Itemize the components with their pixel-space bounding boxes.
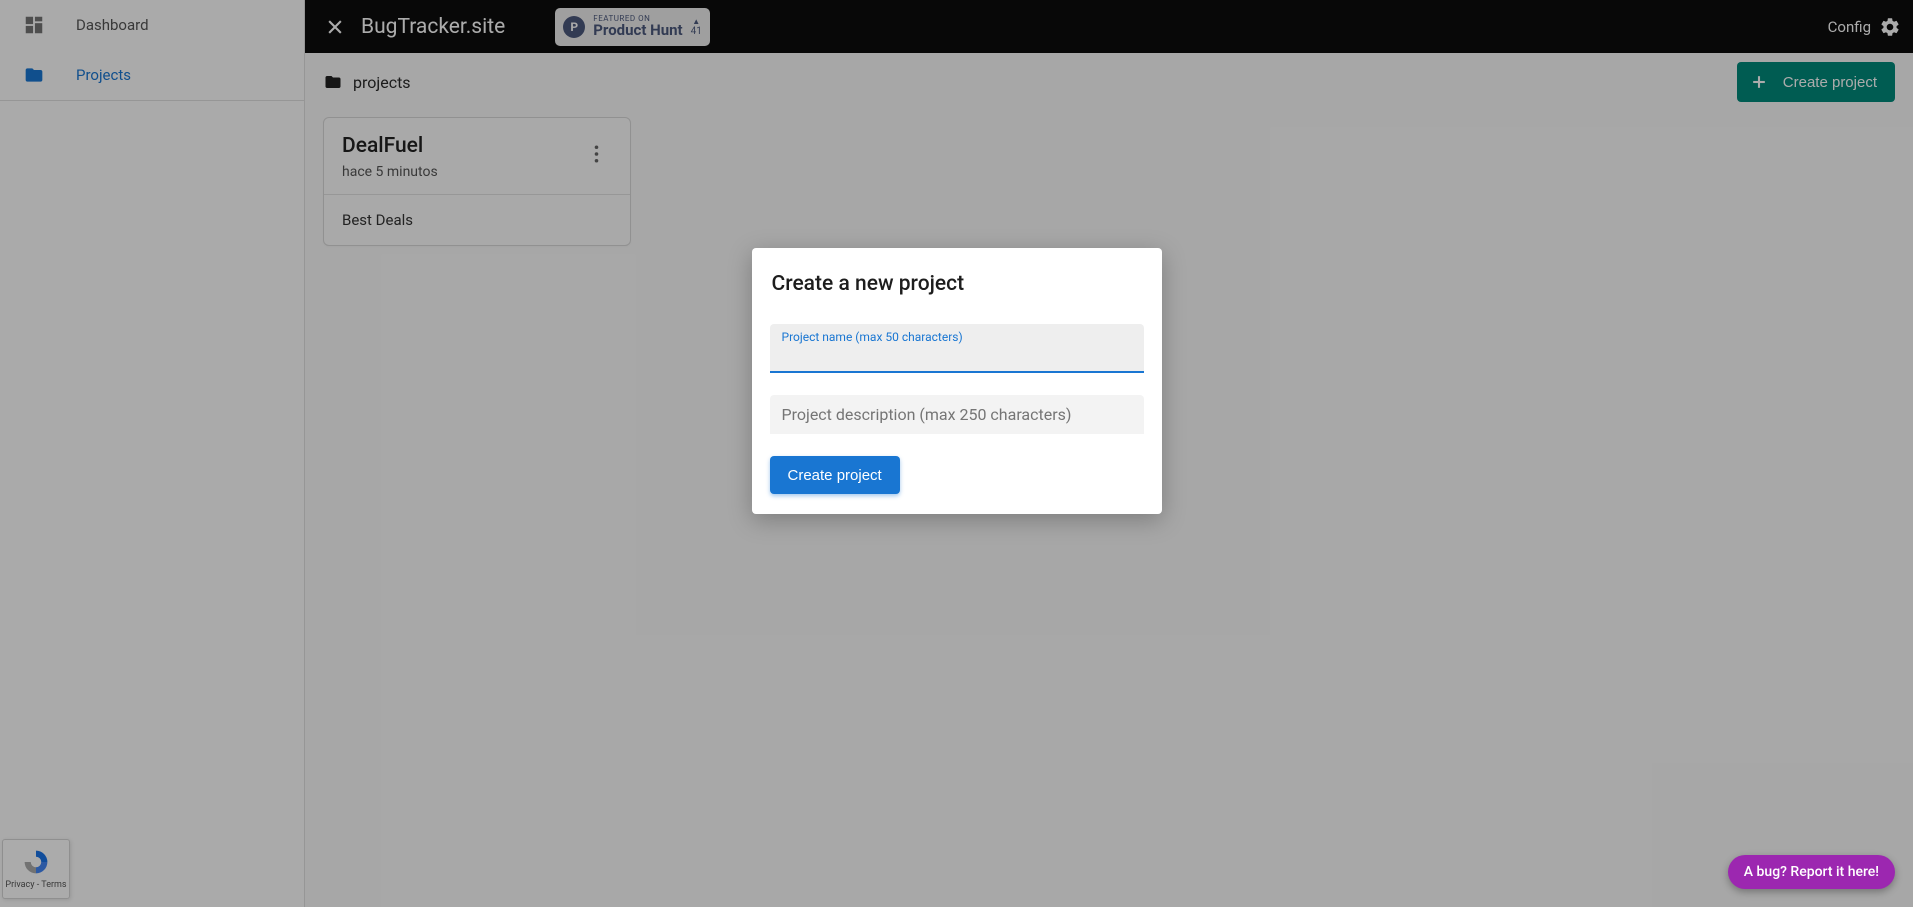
project-name-label: Project name (max 50 characters)	[782, 330, 963, 344]
create-project-dialog: Create a new project Project name (max 5…	[752, 248, 1162, 514]
project-description-field[interactable]	[770, 395, 1144, 434]
dialog-title: Create a new project	[770, 272, 1144, 296]
modal-overlay[interactable]: Create a new project Project name (max 5…	[0, 0, 1913, 907]
report-bug-button[interactable]: A bug? Report it here!	[1728, 855, 1895, 889]
dialog-submit-label: Create project	[788, 467, 882, 484]
project-name-field[interactable]: Project name (max 50 characters)	[770, 324, 1144, 373]
report-bug-label: A bug? Report it here!	[1744, 864, 1879, 880]
project-description-input[interactable]	[770, 395, 1144, 434]
dialog-submit-button[interactable]: Create project	[770, 456, 900, 494]
